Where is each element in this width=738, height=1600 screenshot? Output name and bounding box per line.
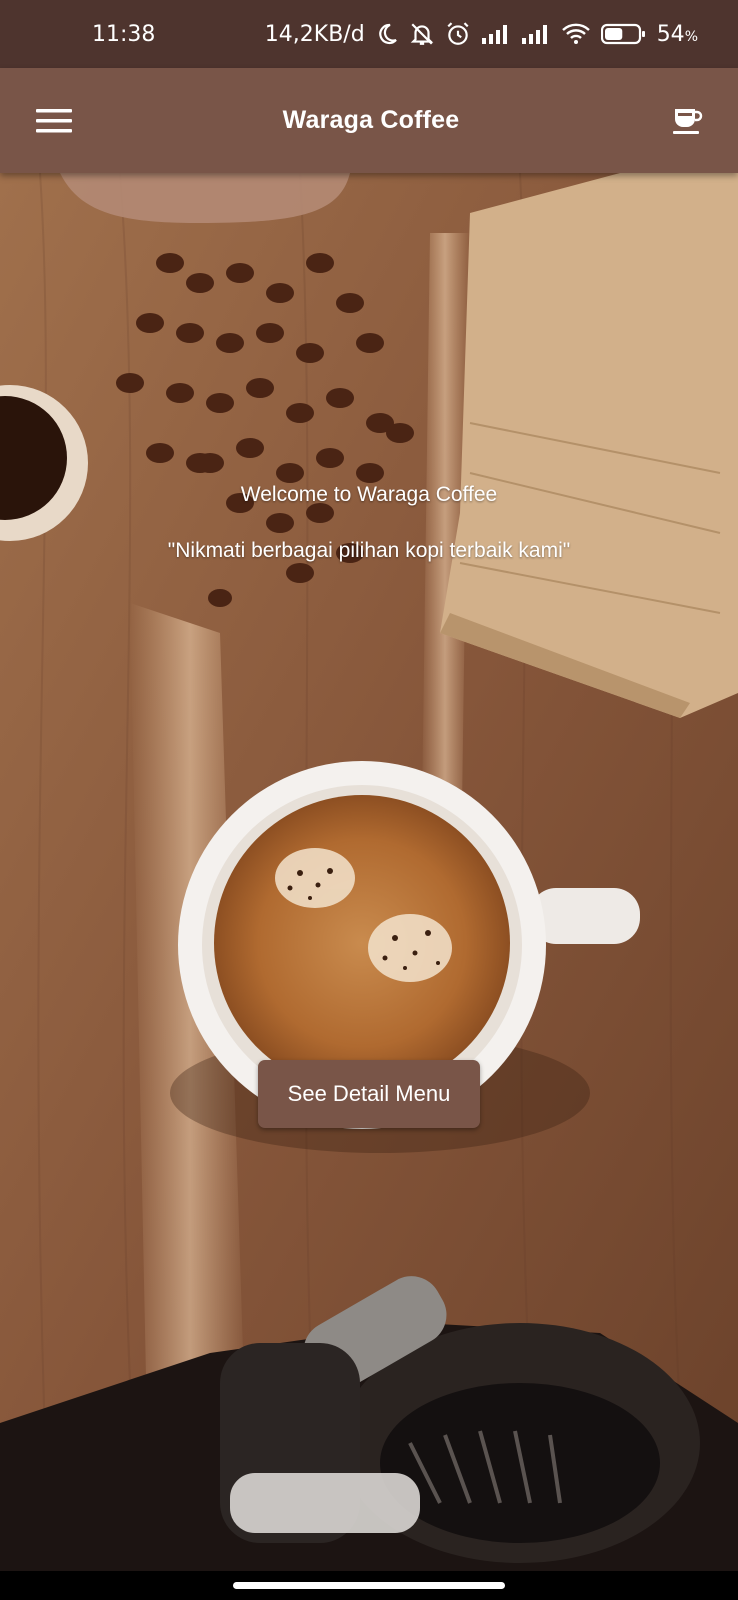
signal-2-icon <box>521 23 551 45</box>
navigation-bar <box>0 1571 738 1600</box>
app-title: Waraga Coffee <box>282 106 460 134</box>
moon-icon <box>375 22 399 46</box>
home-indicator[interactable] <box>233 1582 505 1589</box>
app-bar: Waraga Coffee <box>0 68 738 173</box>
coffee-cup-icon[interactable] <box>668 101 708 141</box>
hero-background: Welcome to Waraga Coffee "Nikmati berbag… <box>0 173 738 1571</box>
status-time: 11:38 <box>92 21 156 47</box>
status-indicators: 14,2KB/d 54% <box>265 21 698 47</box>
see-detail-menu-button[interactable]: See Detail Menu <box>258 1060 480 1128</box>
welcome-text: Welcome to Waraga Coffee <box>240 483 498 506</box>
battery-percent: 54% <box>656 21 698 47</box>
coffee-table-photo <box>0 173 738 1571</box>
hamburger-menu-icon[interactable] <box>34 101 74 141</box>
tagline-text: "Nikmati berbagai pilihan kopi terbaik k… <box>167 539 571 562</box>
alarm-icon <box>445 21 471 47</box>
battery-icon <box>600 22 647 46</box>
status-bar: 11:38 14,2KB/d 54% <box>0 0 738 68</box>
signal-1-icon <box>481 23 511 45</box>
bell-off-icon <box>409 21 435 47</box>
wifi-icon <box>561 22 591 46</box>
network-speed: 14,2KB/d <box>264 21 365 47</box>
